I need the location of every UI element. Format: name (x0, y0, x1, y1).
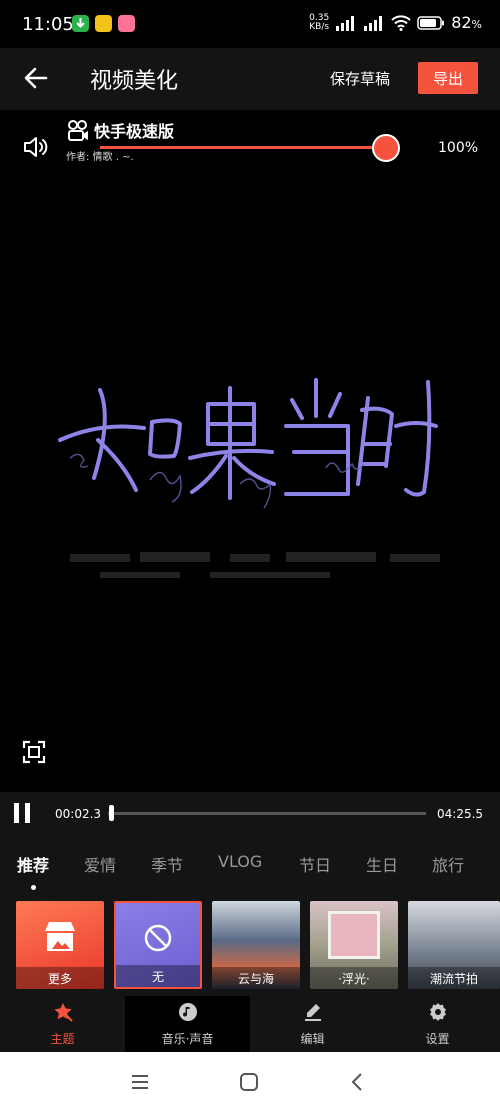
none-icon (144, 924, 172, 952)
tab-recommend[interactable]: 推荐 (17, 852, 49, 876)
theme-more[interactable]: 更多 (16, 901, 104, 989)
download-app-icon (72, 15, 89, 32)
music-icon (178, 1003, 197, 1021)
volume-slider-thumb[interactable] (372, 134, 400, 162)
status-bar: 11:05 0.35 KB/s 82% (0, 0, 500, 48)
volume-percent: 100% (438, 140, 479, 156)
nav-settings[interactable]: 设置 (375, 996, 500, 1052)
current-time: 00:02.3 (55, 807, 102, 821)
top-bar: 视频美化 保存草稿 导出 (0, 48, 500, 110)
seek-bar-thumb[interactable] (108, 805, 114, 821)
seek-bar-track[interactable] (108, 812, 426, 815)
theme-list: 更多 无 云与海 ·浮光· 潮流节拍 (0, 896, 500, 996)
volume-icon[interactable] (22, 134, 48, 160)
nav-music-sound[interactable]: 音乐·声音 (125, 996, 250, 1052)
status-right-group: 0.35 KB/s 82% (309, 13, 482, 32)
video-frame-caption (70, 552, 440, 578)
home-icon[interactable] (239, 1072, 259, 1092)
tab-travel[interactable]: 旅行 (432, 852, 464, 876)
active-tab-indicator (31, 885, 36, 890)
playback-bar: 00:02.3 04:25.5 (0, 792, 500, 836)
theme-label: 潮流节拍 (408, 967, 500, 989)
bottom-nav: 主题 音乐·声音 编辑 设置 (0, 996, 500, 1052)
nav-label: 设置 (425, 1032, 450, 1046)
theme-label: ·浮光· (310, 967, 398, 989)
video-frame-handwriting (58, 378, 438, 509)
nav-label: 音乐·声音 (161, 1032, 214, 1046)
wifi-icon (391, 14, 411, 31)
theme-trend-beat[interactable]: 潮流节拍 (408, 901, 500, 989)
nav-edit[interactable]: 编辑 (250, 996, 375, 1052)
back-icon[interactable] (348, 1072, 368, 1092)
tab-birthday[interactable]: 生日 (366, 852, 398, 876)
pause-button[interactable] (14, 803, 32, 823)
nav-theme[interactable]: 主题 (0, 996, 125, 1052)
nav-label: 编辑 (300, 1032, 325, 1046)
system-nav-bar (0, 1052, 500, 1111)
settings-icon (429, 1003, 446, 1021)
theme-label: 无 (116, 965, 200, 987)
app-watermark-name: 快手极速版 (94, 122, 175, 141)
theme-none[interactable]: 无 (114, 901, 202, 989)
battery-percent: 82% (451, 13, 482, 32)
page-title: 视频美化 (90, 69, 179, 94)
kuaishou-logo-icon (68, 120, 88, 141)
recent-apps-icon[interactable] (130, 1072, 150, 1092)
net-speed: 0.35 KB/s (309, 12, 330, 32)
signal-icon (336, 15, 355, 31)
export-button[interactable]: 导出 (418, 62, 478, 94)
save-draft-button[interactable]: 保存草稿 (330, 68, 390, 89)
tab-love[interactable]: 爱情 (84, 852, 116, 876)
category-tabs: 推荐 爱情 季节 VLOG 节日 生日 旅行 (0, 836, 500, 896)
app-watermark: 快手极速版 (66, 118, 174, 142)
edit-icon (304, 1004, 321, 1021)
fullscreen-icon[interactable] (22, 740, 46, 764)
theme-icon (54, 1003, 73, 1022)
status-time: 11:05 (22, 14, 74, 35)
tab-holiday[interactable]: 节日 (299, 852, 331, 876)
store-icon (45, 922, 75, 951)
back-arrow-icon[interactable] (20, 62, 52, 94)
theme-floating-light[interactable]: ·浮光· (310, 901, 398, 989)
tab-vlog[interactable]: VLOG (218, 852, 262, 871)
theme-label: 云与海 (212, 967, 300, 989)
nav-label: 主题 (50, 1032, 75, 1046)
theme-cloud-sea[interactable]: 云与海 (212, 901, 300, 989)
bilibili-app-icon (118, 15, 135, 32)
theme-label: 更多 (16, 967, 104, 989)
volume-slider-track[interactable] (100, 146, 382, 149)
total-time: 04:25.5 (437, 807, 484, 821)
notification-app-icon (95, 15, 112, 32)
video-preview[interactable]: 快手极速版 作者: 情歌 . ~. 100% (0, 110, 500, 792)
signal-hd-icon (364, 15, 383, 31)
battery-icon (417, 15, 445, 30)
tab-season[interactable]: 季节 (151, 852, 183, 876)
video-author: 作者: 情歌 . ~. (66, 152, 134, 163)
